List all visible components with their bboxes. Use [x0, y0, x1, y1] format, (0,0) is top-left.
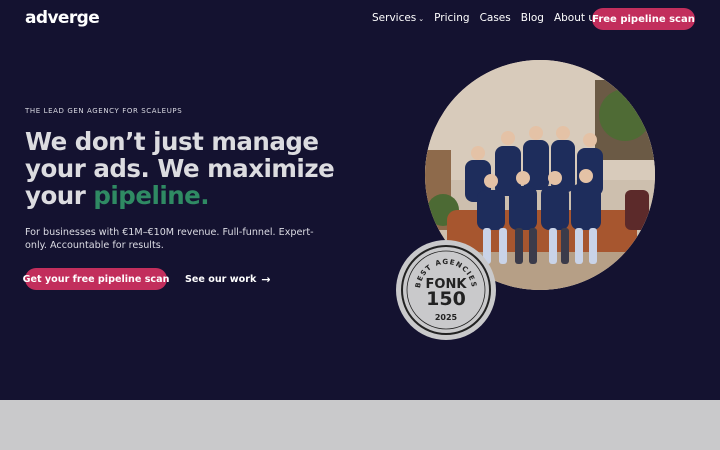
see-our-work-label: See our work: [185, 274, 257, 285]
get-free-pipeline-scan-button[interactable]: Get your free pipeline scan: [23, 268, 169, 290]
headline-line-1: We don’t just manage: [25, 127, 319, 156]
nav-pricing[interactable]: Pricing: [434, 12, 469, 24]
logo[interactable]: adverge: [25, 8, 100, 28]
arrow-right-icon: →: [261, 273, 271, 286]
hero-headline: We don’t just manage your ads. We maximi…: [25, 128, 355, 209]
nav-cases-label: Cases: [479, 12, 511, 24]
nav-cases[interactable]: Cases: [480, 12, 511, 24]
nav-blog[interactable]: Blog: [521, 12, 544, 24]
fonk-150-award-badge: BEST AGENCIES FONK 150 2025: [396, 240, 496, 340]
headline-accent: pipeline.: [93, 181, 210, 210]
see-our-work-link[interactable]: See our work →: [185, 273, 271, 286]
badge-year: 2025: [435, 313, 458, 322]
badge-number: 150: [426, 288, 466, 310]
main-nav: Services ⌄ Pricing Cases Blog About us ⌄: [372, 12, 618, 24]
chevron-down-icon: ⌄: [418, 14, 425, 23]
next-section: [0, 400, 720, 450]
headline-line-3-prefix: your: [25, 181, 94, 210]
eyebrow-text: THE LEAD GEN AGENCY FOR SCALEUPS: [25, 107, 183, 115]
hero-section: adverge Services ⌄ Pricing Cases Blog Ab…: [0, 0, 720, 400]
free-pipeline-scan-button[interactable]: Free pipeline scan: [592, 8, 695, 30]
nav-blog-label: Blog: [520, 12, 544, 24]
badge-emblem: BEST AGENCIES FONK 150 2025: [398, 242, 494, 338]
nav-services-label: Services: [372, 12, 417, 24]
nav-pricing-label: Pricing: [434, 12, 470, 24]
hero-subtext: For businesses with €1M–€10M revenue. Fu…: [25, 227, 314, 251]
nav-services[interactable]: Services ⌄: [372, 12, 424, 24]
headline-line-2: your ads. We maximize: [25, 154, 335, 183]
